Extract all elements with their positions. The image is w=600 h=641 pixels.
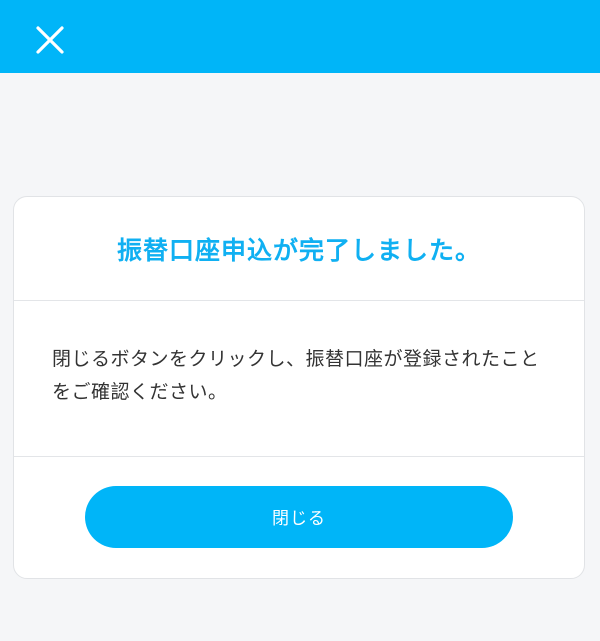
close-icon <box>36 26 64 54</box>
dialog-header: 振替口座申込が完了しました。 <box>14 197 584 301</box>
dialog-message: 閉じるボタンをクリックし、振替口座が登録されたことをご確認ください。 <box>52 348 540 403</box>
dialog-title: 振替口座申込が完了しました。 <box>116 235 481 265</box>
completion-dialog: 振替口座申込が完了しました。 閉じるボタンをクリックし、振替口座が登録されたこと… <box>13 196 585 579</box>
close-dialog-button[interactable]: 閉じる <box>85 485 513 548</box>
top-bar <box>0 0 600 73</box>
close-button[interactable] <box>28 18 72 62</box>
dialog-footer: 閉じる <box>14 457 584 578</box>
dialog-body: 閉じるボタンをクリックし、振替口座が登録されたことをご確認ください。 <box>14 301 584 457</box>
